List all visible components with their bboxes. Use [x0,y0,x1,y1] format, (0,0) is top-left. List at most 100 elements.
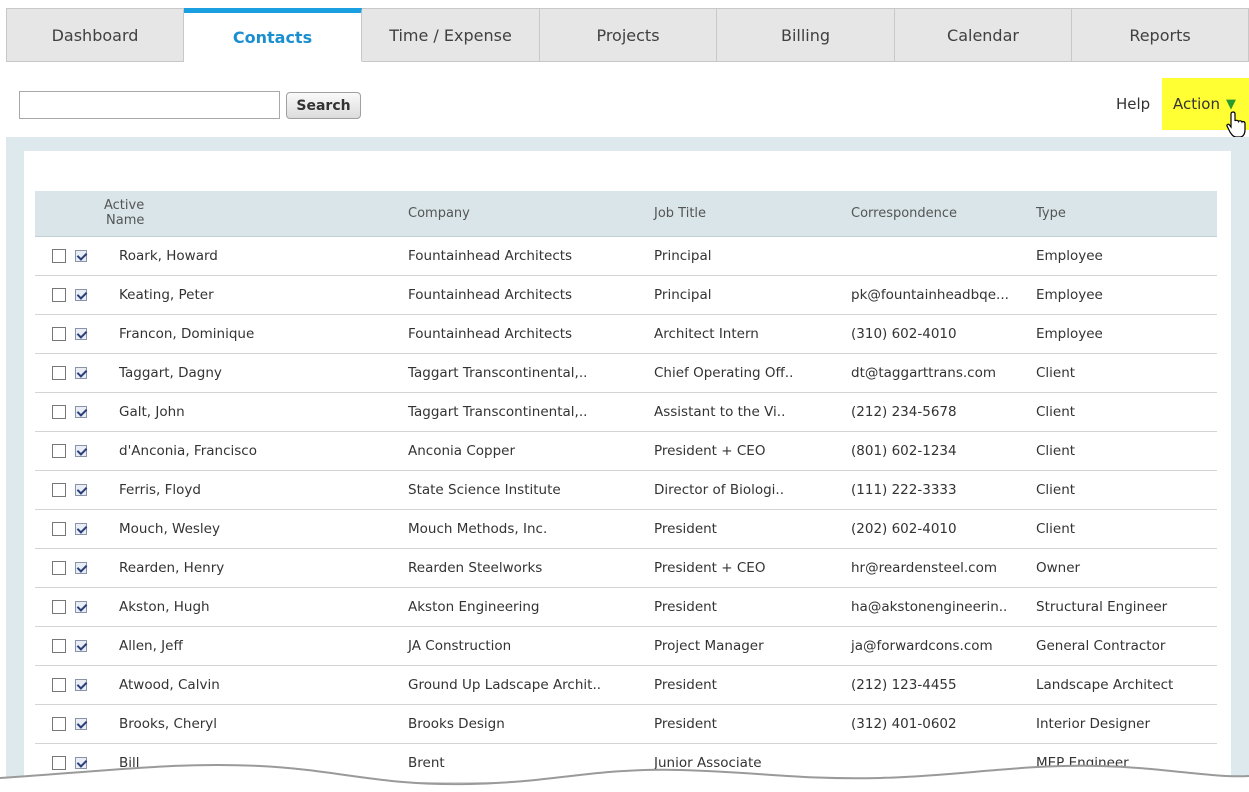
contact-name[interactable]: Francon, Dominique [99,314,408,354]
contact-correspondence: (212) 234-5678 [851,392,1036,432]
search-input[interactable] [19,91,280,119]
row-select-checkbox[interactable] [52,521,66,536]
row-select-checkbox[interactable] [52,716,66,731]
row-select-checkbox[interactable] [52,560,66,575]
contact-company: Taggart Transcontinental,.. [408,353,654,393]
table-row[interactable]: Rearden, Henry Rearden Steelworks Presiden… [35,548,1217,588]
table-row[interactable]: Brooks, Cheryl Brooks Design President (312… [35,704,1217,744]
active-checkbox[interactable] [75,522,87,535]
column-header-job-title[interactable]: Job Title [654,191,851,237]
table-row[interactable]: Keating, Peter Fountainhead Architects Pri… [35,275,1217,315]
table-row[interactable]: d'Anconia, Francisco Anconia Copper Presid… [35,431,1217,471]
column-header-name[interactable]: Name [106,213,144,228]
contact-name[interactable]: Galt, John [99,392,408,432]
row-select-checkbox[interactable] [52,287,66,302]
tab-reports[interactable]: Reports [1072,8,1249,62]
table-row[interactable]: Allen, Jeff JA Construction Project Manage… [35,626,1217,666]
contact-name[interactable]: Roark, Howard [99,236,408,276]
active-checkbox[interactable] [75,678,87,691]
contact-correspondence [851,236,1036,276]
contact-correspondence: (212) 123-4455 [851,665,1036,705]
contact-company: Rearden Steelworks [408,548,654,588]
row-select-checkbox[interactable] [52,482,66,497]
contact-company: Fountainhead Architects [408,314,654,354]
tab-contacts[interactable]: Contacts [184,8,362,62]
contact-name[interactable]: Brooks, Cheryl [99,704,408,744]
contact-company: JA Construction [408,626,654,666]
contact-job-title: Architect Intern [654,314,851,354]
contact-name[interactable]: Atwood, Calvin [99,665,408,705]
contact-name[interactable]: Keating, Peter [99,275,408,315]
contact-job-title: President + CEO [654,431,851,471]
contact-type: Client [1036,431,1217,471]
active-checkbox[interactable] [75,600,87,613]
row-select-checkbox[interactable] [52,404,66,419]
contact-type: General Contractor [1036,626,1217,666]
column-header-active[interactable]: Active [104,198,144,213]
mouse-pointer-icon [1226,111,1246,138]
table-row[interactable]: Francon, Dominique Fountainhead Architect… [35,314,1217,354]
tab-billing[interactable]: Billing [717,8,895,62]
active-checkbox[interactable] [75,444,87,457]
contact-name[interactable]: Akston, Hugh [99,587,408,627]
contact-job-title: Principal [654,236,851,276]
contact-company: Fountainhead Architects [408,236,654,276]
action-label: Action [1173,95,1220,113]
active-checkbox[interactable] [75,405,87,418]
row-select-checkbox[interactable] [52,248,66,263]
contact-name[interactable]: Taggart, Dagny [99,353,408,393]
contact-name[interactable]: Mouch, Wesley [99,509,408,549]
contact-company: Anconia Copper [408,431,654,471]
contact-company: Ground Up Ladscape Archit.. [408,665,654,705]
contact-job-title: Director of Biologi.. [654,470,851,510]
contact-correspondence: pk@fountainheadbqe... [851,275,1036,315]
search-button[interactable]: Search [286,92,361,119]
row-select-checkbox[interactable] [52,677,66,692]
row-select-checkbox[interactable] [52,365,66,380]
table-row[interactable]: Roark, Howard Fountainhead Architects Prin… [35,236,1217,276]
active-checkbox[interactable] [75,249,87,262]
table-row[interactable]: Taggart, Dagny Taggart Transcontinental,.… [35,353,1217,393]
row-select-checkbox[interactable] [52,638,66,653]
table-row[interactable]: Galt, John Taggart Transcontinental,.. Ass… [35,392,1217,432]
tab-projects[interactable]: Projects [540,8,717,62]
active-checkbox[interactable] [75,639,87,652]
active-checkbox[interactable] [75,288,87,301]
row-select-checkbox[interactable] [52,599,66,614]
contact-company: State Science Institute [408,470,654,510]
table-row[interactable]: Mouch, Wesley Mouch Methods, Inc. Presiden… [35,509,1217,549]
contact-company: Brooks Design [408,704,654,744]
tab-dashboard[interactable]: Dashboard [6,8,184,62]
contact-correspondence: ha@akstonengineerin.. [851,587,1036,627]
tab-calendar[interactable]: Calendar [895,8,1072,62]
column-header-company[interactable]: Company [408,191,654,237]
table-row[interactable]: Atwood, Calvin Ground Up Ladscape Archit.… [35,665,1217,705]
column-header-type[interactable]: Type [1036,191,1217,237]
contact-type: Interior Designer [1036,704,1217,744]
contact-name[interactable]: d'Anconia, Francisco [99,431,408,471]
row-select-checkbox[interactable] [52,443,66,458]
column-header-correspondence[interactable]: Correspondence [851,191,1036,237]
contact-company: Akston Engineering [408,587,654,627]
contact-job-title: Project Manager [654,626,851,666]
active-checkbox[interactable] [75,366,87,379]
contact-correspondence: ja@forwardcons.com [851,626,1036,666]
contact-name[interactable]: Ferris, Floyd [99,470,408,510]
contact-type: Client [1036,353,1217,393]
contact-job-title: President [654,509,851,549]
table-row[interactable]: Akston, Hugh Akston Engineering President h… [35,587,1217,627]
contact-type: Employee [1036,314,1217,354]
table-row[interactable]: Ferris, Floyd State Science Institute Dire… [35,470,1217,510]
contact-type: Employee [1036,236,1217,276]
active-checkbox[interactable] [75,327,87,340]
contact-name[interactable]: Allen, Jeff [99,626,408,666]
row-select-checkbox[interactable] [52,326,66,341]
contact-job-title: Chief Operating Off.. [654,353,851,393]
active-checkbox[interactable] [75,717,87,730]
contact-name[interactable]: Rearden, Henry [99,548,408,588]
tab-time-expense[interactable]: Time / Expense [362,8,540,62]
active-checkbox[interactable] [75,483,87,496]
active-checkbox[interactable] [75,561,87,574]
help-link[interactable]: Help [1116,95,1150,113]
contact-company: Fountainhead Architects [408,275,654,315]
